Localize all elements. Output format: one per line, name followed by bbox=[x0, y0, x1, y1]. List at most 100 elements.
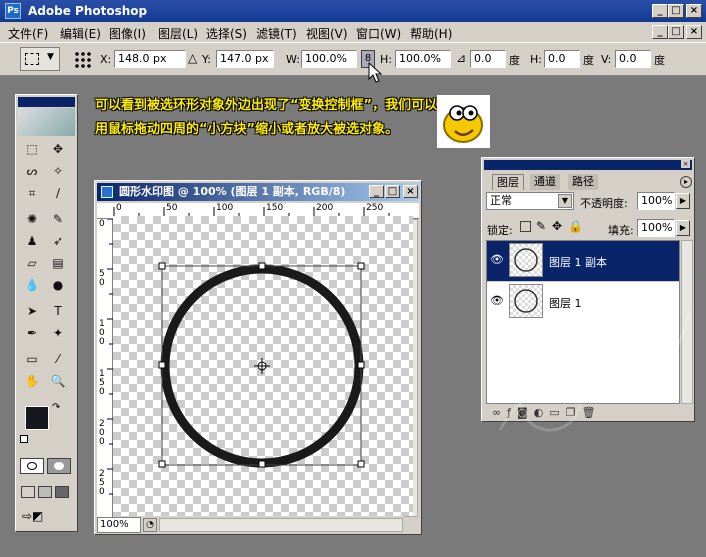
x-field[interactable]: 148.0 px bbox=[114, 50, 186, 68]
quick-mask-button[interactable] bbox=[47, 458, 71, 474]
tab-layers[interactable]: 图层 bbox=[492, 174, 524, 190]
fill-field[interactable]: 100% bbox=[637, 219, 675, 237]
blend-mode-select[interactable]: 正常 ▼ bbox=[486, 192, 574, 210]
eye-icon[interactable]: 👁 bbox=[490, 294, 504, 307]
screen-mode-full-menu-button[interactable] bbox=[38, 486, 52, 498]
doc-window-maximize-button[interactable]: □ bbox=[385, 185, 400, 198]
lock-all-icon[interactable]: 🔒 bbox=[568, 219, 583, 233]
standard-mode-button[interactable] bbox=[20, 458, 44, 474]
hskew-field[interactable]: 0.0 bbox=[544, 50, 580, 68]
toolbox-title-bar[interactable] bbox=[18, 97, 75, 107]
transform-handle-left[interactable] bbox=[158, 361, 166, 369]
tab-channels[interactable]: 通道 bbox=[530, 174, 560, 190]
default-colors-icon[interactable] bbox=[20, 435, 28, 443]
stamp-tool-icon[interactable]: ♟ bbox=[22, 231, 42, 251]
eraser-tool-icon[interactable]: ▱ bbox=[22, 253, 42, 273]
panel-menu-icon[interactable]: ▸ bbox=[680, 176, 692, 188]
tab-paths[interactable]: 路径 bbox=[568, 174, 598, 190]
y-field[interactable]: 147.0 px bbox=[216, 50, 274, 68]
new-layer-icon[interactable]: ❐ bbox=[566, 406, 582, 419]
transform-handle-bottom-left[interactable] bbox=[158, 460, 166, 468]
zoom-tool-icon[interactable]: 🔍 bbox=[48, 371, 68, 391]
transform-handle-top-right[interactable] bbox=[357, 262, 365, 270]
layer-style-icon[interactable]: ƒ bbox=[507, 406, 517, 419]
fill-slider-button[interactable]: ▶ bbox=[676, 220, 690, 236]
eyedropper-tool-icon[interactable]: ⁄ bbox=[48, 349, 68, 369]
menu-view[interactable]: 视图(V) bbox=[306, 25, 348, 42]
hand-tool-icon[interactable]: ✋ bbox=[22, 371, 42, 391]
reference-point-icon[interactable] bbox=[74, 51, 92, 69]
type-tool-icon[interactable]: T bbox=[48, 301, 68, 321]
move-tool-icon[interactable]: ✥ bbox=[48, 139, 68, 159]
marquee-tool-icon[interactable]: ⬚ bbox=[22, 139, 42, 159]
doc-window-minimize-button[interactable]: _ bbox=[369, 185, 384, 198]
status-menu-icon[interactable]: ◔ bbox=[143, 518, 157, 532]
doc-window-close-button[interactable]: × bbox=[403, 185, 418, 198]
magic-wand-tool-icon[interactable]: ✧ bbox=[48, 161, 68, 181]
transform-center-point-icon[interactable] bbox=[254, 358, 270, 374]
doc-restore-button[interactable]: □ bbox=[668, 25, 684, 39]
opacity-field[interactable]: 100% bbox=[637, 192, 675, 210]
panel-title-bar[interactable]: × bbox=[484, 160, 692, 170]
opacity-slider-button[interactable]: ▶ bbox=[676, 193, 690, 209]
maximize-button[interactable]: □ bbox=[668, 4, 684, 18]
dodge-tool-icon[interactable]: ● bbox=[48, 275, 68, 295]
swap-colors-icon[interactable]: ↷ bbox=[52, 402, 60, 413]
menu-window[interactable]: 窗口(W) bbox=[356, 25, 401, 42]
screen-mode-full-button[interactable] bbox=[55, 486, 69, 498]
delete-layer-icon[interactable]: 🗑 bbox=[582, 406, 602, 419]
blur-tool-icon[interactable]: 💧 bbox=[22, 275, 42, 295]
screen-mode-standard-button[interactable] bbox=[21, 486, 35, 498]
menu-edit[interactable]: 编辑(E) bbox=[60, 25, 101, 42]
horizontal-scrollbar[interactable] bbox=[159, 518, 403, 532]
crop-tool-icon[interactable]: ⌗ bbox=[22, 183, 42, 203]
adjustment-layer-icon[interactable]: ◐ bbox=[534, 406, 550, 419]
close-button[interactable]: × bbox=[686, 4, 702, 18]
transform-handle-right[interactable] bbox=[357, 361, 365, 369]
healing-brush-tool-icon[interactable]: ✺ bbox=[22, 209, 42, 229]
menu-layer[interactable]: 图层(L) bbox=[158, 25, 198, 42]
transform-handle-bottom-right[interactable] bbox=[357, 460, 365, 468]
lock-position-icon[interactable]: ✥ bbox=[552, 219, 562, 233]
minimize-button[interactable]: _ bbox=[652, 4, 668, 18]
feather-logo-icon[interactable] bbox=[18, 108, 75, 136]
pen-tool-icon[interactable]: ✒ bbox=[22, 323, 42, 343]
slice-tool-icon[interactable]: ∕ bbox=[48, 183, 68, 203]
lock-transparency-icon[interactable] bbox=[520, 221, 531, 232]
eye-icon[interactable]: 👁 bbox=[490, 253, 504, 266]
lasso-tool-icon[interactable]: ᔕ bbox=[22, 161, 42, 181]
shape-tool-icon[interactable]: ✦ bbox=[48, 323, 68, 343]
menu-filter[interactable]: 滤镜(T) bbox=[256, 25, 297, 42]
transform-handle-top[interactable] bbox=[258, 262, 266, 270]
angle-field[interactable]: 0.0 bbox=[470, 50, 506, 68]
transform-handle-top-left[interactable] bbox=[158, 262, 166, 270]
lock-image-icon[interactable]: ✎ bbox=[536, 219, 546, 233]
w-field[interactable]: 100.0% bbox=[301, 50, 357, 68]
layer-mask-icon[interactable]: ◙ bbox=[517, 406, 534, 419]
menu-select[interactable]: 选择(S) bbox=[206, 25, 247, 42]
notes-tool-icon[interactable]: ▭ bbox=[22, 349, 42, 369]
zoom-level-field[interactable]: 100% bbox=[97, 517, 141, 533]
gradient-tool-icon[interactable]: ▤ bbox=[48, 253, 68, 273]
link-layers-icon[interactable]: ∞ bbox=[492, 406, 507, 419]
layers-scrollbar[interactable] bbox=[681, 240, 693, 404]
menu-help[interactable]: 帮助(H) bbox=[410, 25, 452, 42]
layer-row-selected[interactable]: 👁 图层 1 副本 bbox=[487, 241, 679, 281]
panel-close-button[interactable]: × bbox=[681, 160, 690, 168]
history-brush-tool-icon[interactable]: ➶ bbox=[48, 231, 68, 251]
image-canvas[interactable] bbox=[113, 216, 413, 516]
path-selection-tool-icon[interactable]: ➤ bbox=[22, 301, 42, 321]
transform-handle-bottom[interactable] bbox=[258, 460, 266, 468]
new-group-icon[interactable]: ▭ bbox=[549, 406, 565, 419]
h-field[interactable]: 100.0% bbox=[395, 50, 451, 68]
vskew-field[interactable]: 0.0 bbox=[615, 50, 651, 68]
doc-minimize-button[interactable]: _ bbox=[652, 25, 668, 39]
menu-file[interactable]: 文件(F) bbox=[8, 25, 48, 42]
jump-to-imageready-icon[interactable]: ⇨◩ bbox=[22, 509, 66, 525]
menu-image[interactable]: 图像(I) bbox=[109, 25, 146, 42]
layer-row[interactable]: 👁 图层 1 bbox=[487, 281, 679, 321]
doc-close-button[interactable]: × bbox=[686, 25, 702, 39]
tool-preset-picker[interactable]: ▼ bbox=[20, 47, 60, 71]
brush-tool-icon[interactable]: ✎ bbox=[48, 209, 68, 229]
foreground-color-swatch[interactable] bbox=[25, 406, 49, 430]
